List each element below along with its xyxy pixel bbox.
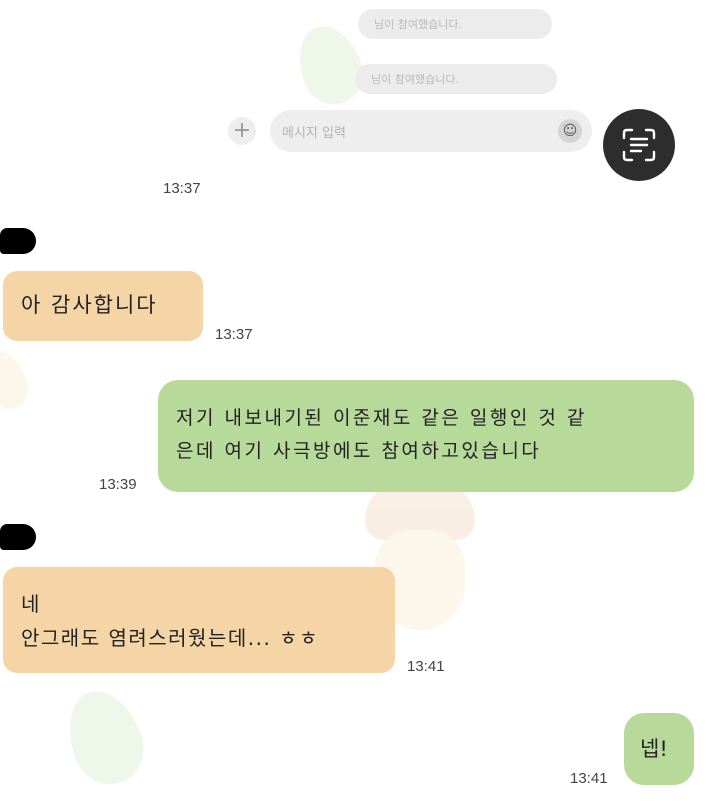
sent-message-bubble[interactable]: 저기 내보내기된 이준재도 같은 일행인 것 같 은데 여기 사극방에도 참여하… xyxy=(158,380,694,492)
message-text-line: 안그래도 염려스러웠는데... ㅎㅎ xyxy=(21,626,319,650)
message-text-line: 저기 내보내기된 이준재도 같은 일행인 것 같 xyxy=(176,407,587,429)
message-text-line: 네 xyxy=(21,592,41,616)
add-attachment-button[interactable]: + xyxy=(228,117,256,145)
leaf-watermark xyxy=(0,344,35,416)
message-time: 13:41 xyxy=(570,770,608,787)
sent-message-bubble[interactable]: 넵! xyxy=(624,713,694,785)
received-message-bubble[interactable]: 아 감사합니다 xyxy=(3,271,203,341)
message-time: 13:39 xyxy=(99,476,137,493)
system-message-text: 님이 참여했습니다. xyxy=(371,73,459,86)
message-text-line: 넵! xyxy=(640,737,668,761)
message-time: 13:37 xyxy=(215,326,253,343)
text-scan-button[interactable] xyxy=(603,109,675,181)
message-time: 13:41 xyxy=(407,658,445,675)
message-time: 13:37 xyxy=(163,180,201,197)
plus-icon: + xyxy=(232,118,252,143)
message-text-line: 아 감사합니다 xyxy=(21,293,158,317)
leaf-watermark xyxy=(55,680,155,795)
message-text-line: 은데 여기 사극방에도 참여하고있습니다 xyxy=(176,440,542,462)
system-message: 님이 참여했습니다. xyxy=(355,64,557,94)
emoji-button[interactable]: ☺ xyxy=(558,119,582,143)
message-input-placeholder: 메시지 입력 xyxy=(282,125,346,141)
sender-name-redacted xyxy=(0,524,36,550)
text-scan-icon xyxy=(622,128,656,162)
system-message-text: 님이 참여했습니다. xyxy=(374,18,462,31)
sender-name-redacted xyxy=(0,228,36,254)
message-input[interactable]: 메시지 입력 ☺ xyxy=(270,110,592,152)
system-message: 님이 참여했습니다. xyxy=(358,9,552,39)
received-message-bubble[interactable]: 네 안그래도 염려스러웠는데... ㅎㅎ xyxy=(3,567,395,673)
leaf-watermark xyxy=(288,17,372,113)
smiley-icon: ☺ xyxy=(562,123,578,139)
